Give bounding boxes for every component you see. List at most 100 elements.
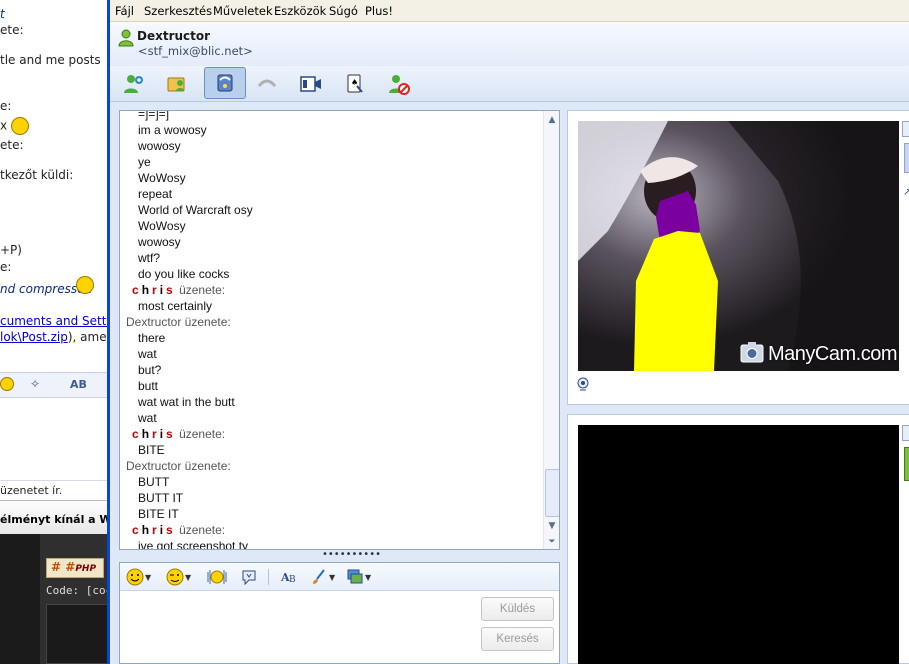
voice-clip-icon [242,570,256,586]
local-video-panel [567,414,909,664]
video-settings-icon[interactable] [902,121,909,137]
chat-message-line: wowosy [138,235,181,249]
sender-suffix: üzenete: [175,283,226,297]
voice-call-icon [217,74,233,92]
scroll-down-arrow[interactable]: ▼ [547,521,557,531]
color-button[interactable]: ▼ [310,567,335,587]
menu-help[interactable]: Súgó [329,4,358,18]
nudge-icon [207,570,227,584]
emoticon-icon[interactable] [0,377,14,391]
hangup-button[interactable] [252,69,282,99]
chat-message-line: but? [138,363,162,377]
compose-toolbar: ▼ ▼ AB ▼ ▼ [120,563,559,591]
local-webcam-view [578,425,899,664]
chat-sender-header: Dextructor üzenete: [126,315,231,329]
bg-text-line: ete: [0,138,24,152]
menu-actions[interactable]: Műveletek [213,4,273,18]
manycam-watermark: ManyCam.com [768,343,897,365]
invite-contact-button[interactable] [118,69,148,99]
chevron-down-icon: ▼ [185,572,192,582]
volume-slider[interactable] [904,143,909,173]
share-files-icon [167,77,185,92]
menu-file[interactable]: Fájl [115,4,134,18]
menu-edit[interactable]: Szerkesztés [144,4,212,18]
bg-text-line: +P) [0,243,22,257]
remote-video-controls: ↗ [902,121,909,371]
chat-message-line: butt [138,379,159,393]
thinking-emoticon-icon [76,276,94,294]
expand-icon[interactable]: ↗ [903,187,909,198]
contact-status-icon [118,29,134,47]
chat-message-line: there [138,331,166,345]
background-chat-window: t ete: tle and me posts e: x ete: tkezőt… [0,0,112,664]
svg-text:♠: ♠ [351,78,358,87]
nudge-button[interactable] [206,567,228,587]
emoticon-icon [126,568,144,586]
chat-message-line: do you like cocks [138,267,230,281]
chat-message-line: most certainly [138,299,213,313]
scroll-up-arrow[interactable]: ▲ [547,115,557,125]
sender-name: chris [132,283,176,297]
wink-button[interactable]: ▼ [166,567,191,587]
bg-text-line: e: [0,260,12,274]
search-button[interactable]: Keresés [481,627,554,651]
bg-file-line: lok\Post.zip), ame [0,330,107,344]
chat-message-line: BITE IT [138,507,179,521]
chevron-down-icon: ▼ [365,572,372,582]
emoticon-button[interactable]: ▼ [126,567,151,587]
background-icon [347,569,363,584]
font-button[interactable]: AB [280,567,298,587]
message-compose-area: ▼ ▼ AB ▼ ▼ Küldés Keresés [119,562,560,664]
block-contact-button[interactable] [384,69,414,99]
chat-message-line: WoWosy [138,219,186,233]
remote-webcam-view: ManyCam.com [578,121,899,371]
sender-suffix: üzenete: [175,427,226,441]
sender-suffix: üzenete: [175,523,226,537]
chat-message-line: wowosy [138,139,181,153]
chat-sender-header: chris üzenete: [132,282,225,298]
chat-scrollbar[interactable]: ▲ ▼ ⏷ [543,111,559,549]
contact-name: Dextructor [137,29,211,43]
bg-forum-sidebar [0,534,40,664]
chat-message-line: BUTT IT [138,491,184,505]
bg-file-link[interactable]: cuments and Setti [0,314,110,328]
voice-call-button[interactable] [204,67,246,99]
bg-text-line: ), ame [67,330,107,344]
pane-splitter[interactable]: •••••••••• [322,550,381,560]
bg-code-label: Code: [coc [46,584,112,597]
local-video-controls [902,425,909,505]
webcam-icon[interactable] [576,377,590,391]
video-settings-icon[interactable] [902,425,909,441]
chat-message-line: im a wowosy [138,123,207,137]
voice-clip-button[interactable] [240,567,258,587]
contact-email: <stf_mix@blic.net> [138,44,253,58]
share-files-button[interactable] [162,69,192,99]
chat-message-line: WoWosy [138,171,186,185]
video-icon [300,76,321,92]
sender-name: chris [132,427,176,441]
chat-history[interactable]: =]=]=] im a wowosy wowosy ye WoWosy repeat Wor… [119,110,560,550]
chat-message-line: =]=]=] [138,110,170,121]
message-input[interactable] [124,595,474,661]
chat-message-line: BITE [138,443,165,457]
menu-plus[interactable]: Plus! [365,4,393,18]
scroll-end-arrow[interactable]: ⏷ [547,537,557,547]
send-button[interactable]: Küldés [481,597,554,621]
svg-text:B: B [289,575,296,585]
bg-code-box [46,604,112,664]
mic-level-meter [904,447,909,481]
chevron-down-icon: ▼ [145,572,152,582]
background-button[interactable]: ▼ [346,567,371,587]
bg-input-toolbar: ✧ AB [0,372,112,398]
php-tag-button[interactable]: # #PHP [46,558,104,578]
wink-icon [166,568,184,586]
video-button[interactable] [296,69,326,99]
bg-file-link[interactable]: lok\Post.zip [0,330,68,344]
nudge-icon[interactable]: ✧ [30,377,40,391]
font-icon[interactable]: AB [70,378,87,391]
scroll-thumb[interactable] [545,469,559,517]
menu-tools[interactable]: Eszközök [274,4,326,18]
bg-forum-page: # #PHP Code: [coc [0,534,112,664]
bg-text-line: t [0,7,5,21]
games-button[interactable]: ♠ [340,69,370,99]
